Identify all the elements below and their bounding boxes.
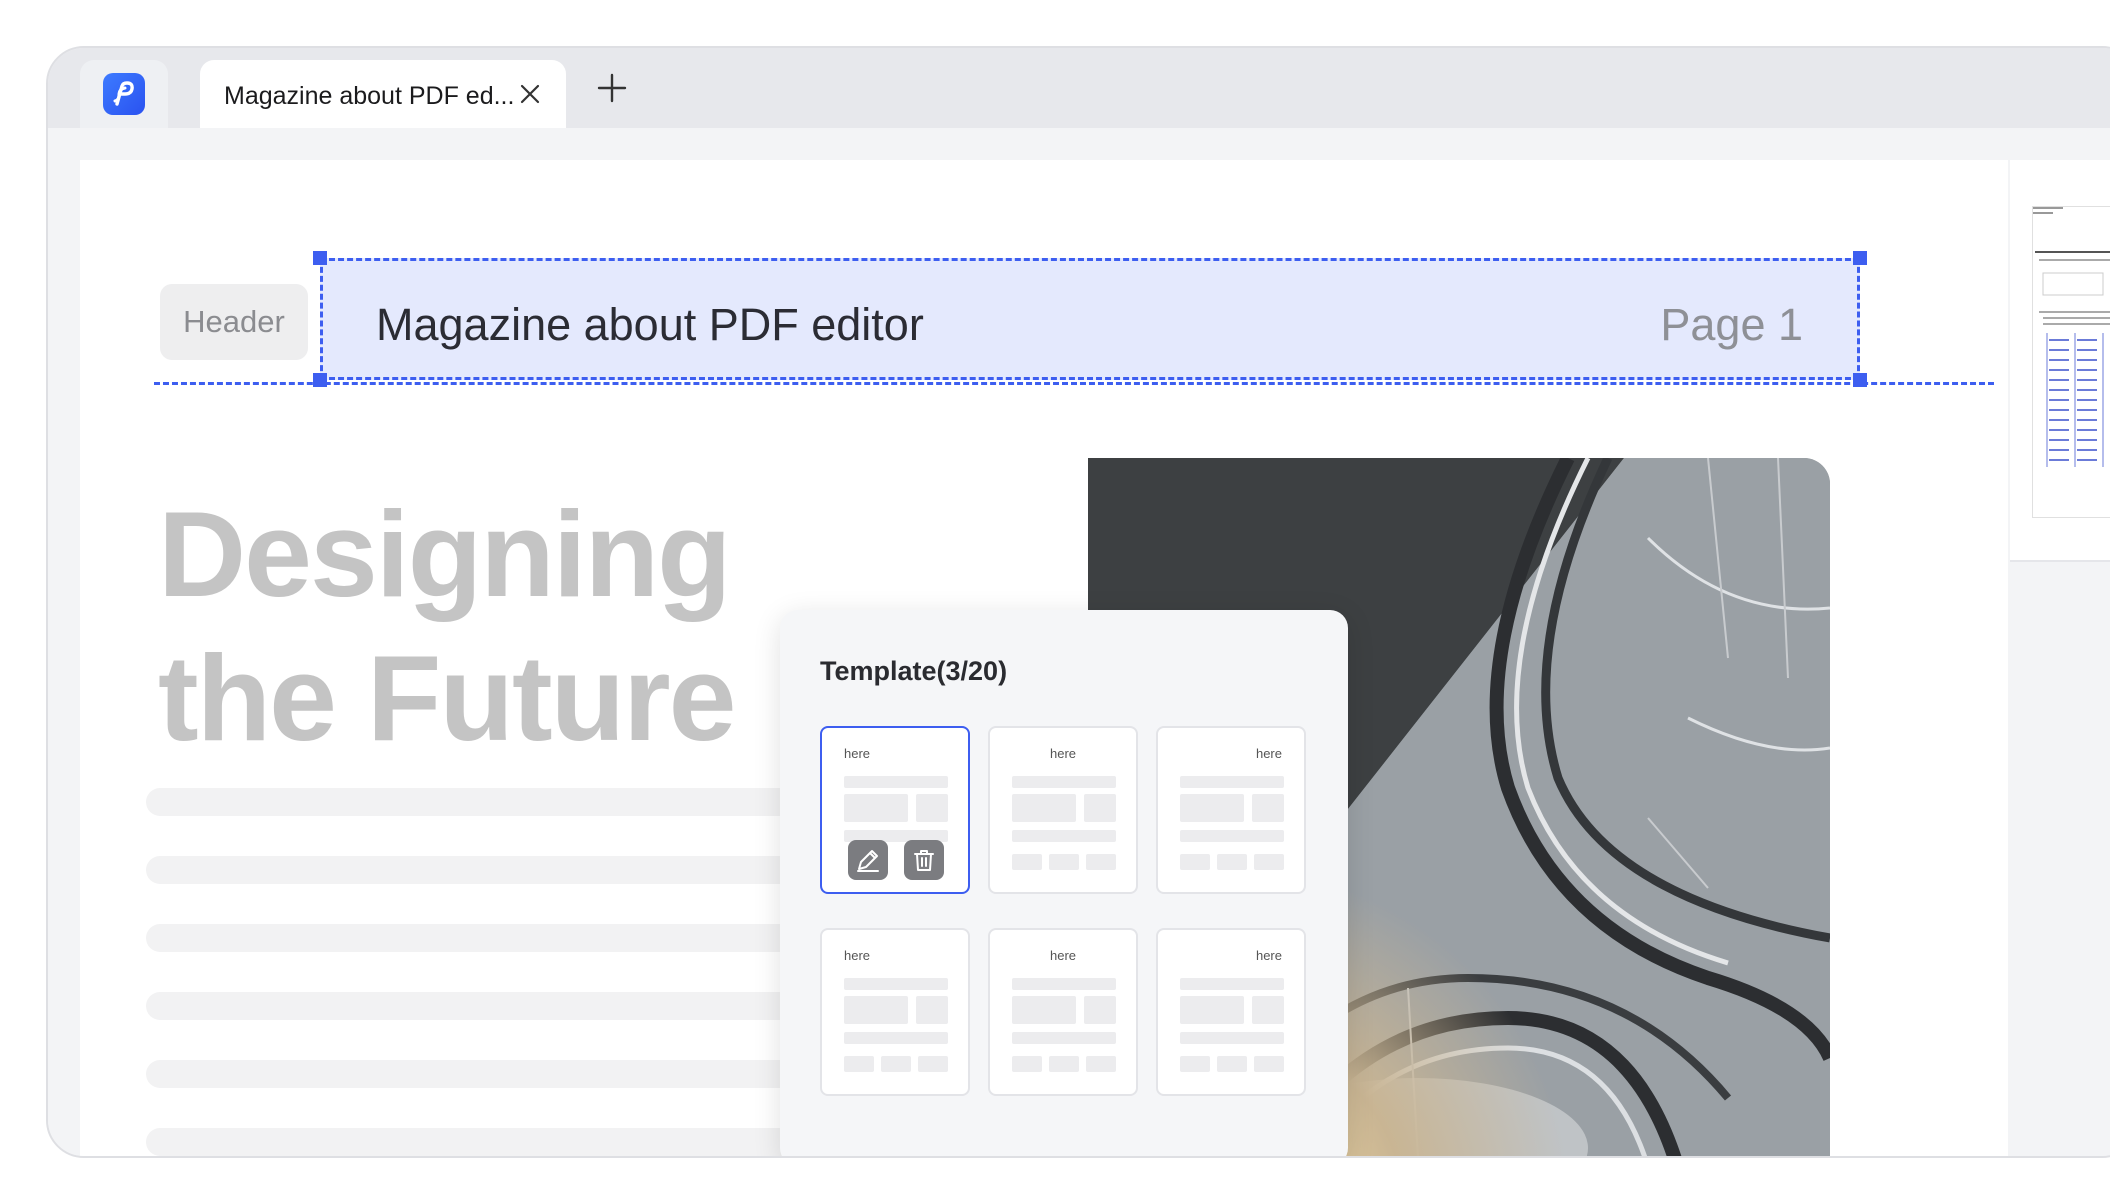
template-panel: Template(3/20) here here here here here … [780, 610, 1348, 1156]
close-tab-icon[interactable] [518, 82, 542, 106]
headline-line-2: the Future [158, 630, 736, 766]
template-card-label: here [1255, 948, 1282, 963]
header-chip: Header [160, 284, 308, 360]
template-card-label: here [1049, 948, 1077, 963]
pencil-icon [857, 850, 879, 872]
headline: Designing the Future [158, 482, 736, 770]
tab-bar: Magazine about PDF ed... [48, 48, 2110, 128]
header-guide-line [154, 382, 1994, 385]
template-card-label: here [844, 948, 871, 963]
app-window: Magazine about PDF ed... Header Magazine… [46, 46, 2110, 1158]
trash-icon [914, 850, 934, 871]
document-viewer: Header Magazine about PDF editor Page 1 … [48, 128, 2110, 1156]
edit-template-button[interactable] [848, 840, 888, 880]
page-thumbnail-panel [2010, 160, 2110, 562]
template-card-label: here [844, 746, 871, 761]
template-card-3[interactable]: here [1156, 726, 1306, 894]
app-home-tab[interactable] [80, 60, 168, 128]
template-card-1[interactable]: here [820, 726, 970, 894]
new-tab-plus-icon[interactable] [596, 72, 628, 104]
pdf-page: Header Magazine about PDF editor Page 1 … [80, 160, 2008, 1156]
header-page-number[interactable]: Page 1 [1660, 299, 1803, 351]
template-card-5[interactable]: here [988, 928, 1138, 1096]
template-card-label: here [1049, 746, 1077, 761]
template-card-4[interactable]: here [820, 928, 970, 1096]
template-card-2[interactable]: here [988, 726, 1138, 894]
headline-line-1: Designing [158, 486, 732, 622]
app-logo-icon [103, 73, 145, 115]
header-title[interactable]: Magazine about PDF editor [376, 299, 924, 351]
template-panel-title: Template(3/20) [820, 656, 1008, 686]
resize-handle-top-right[interactable] [1853, 251, 1867, 265]
document-tab-title: Magazine about PDF ed... [224, 82, 515, 110]
delete-template-button[interactable] [904, 840, 944, 880]
template-card-label: here [1255, 746, 1282, 761]
header-region[interactable]: Magazine about PDF editor Page 1 [320, 258, 1860, 380]
resize-handle-top-left[interactable] [313, 251, 327, 265]
page-thumbnail[interactable] [2032, 206, 2110, 518]
template-card-6[interactable]: here [1156, 928, 1306, 1096]
document-tab[interactable]: Magazine about PDF ed... [200, 60, 566, 128]
